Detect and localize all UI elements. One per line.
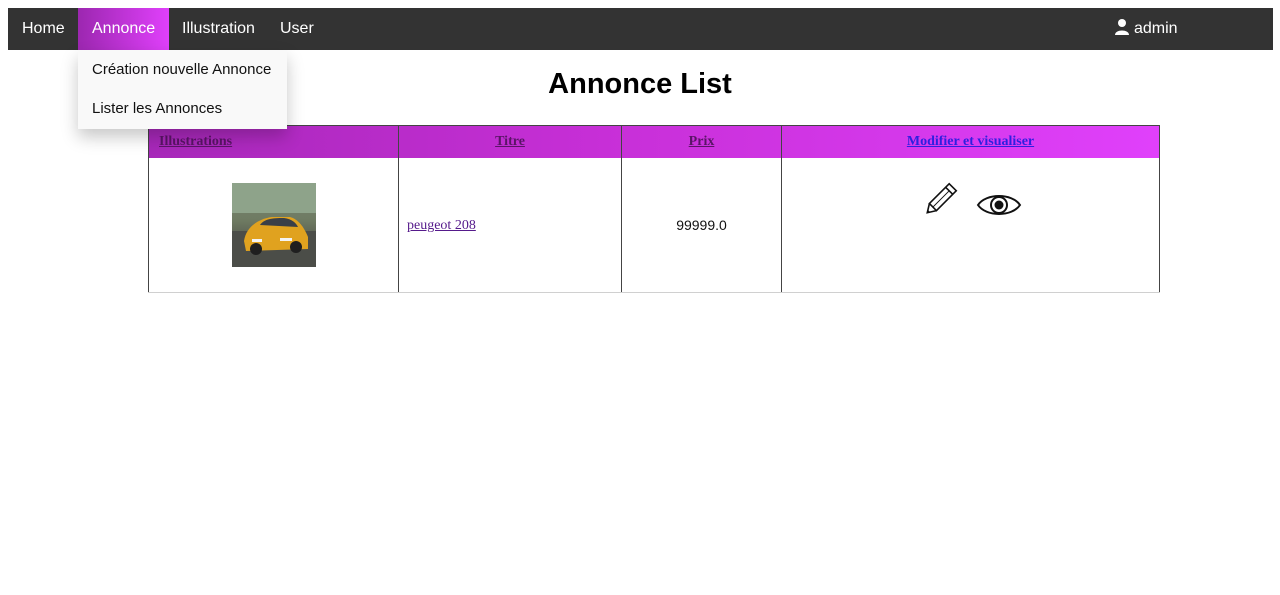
sort-titre-link[interactable]: Titre	[495, 134, 525, 149]
annonce-dropdown-menu: Création nouvelle Annonce Lister les Ann…	[78, 50, 287, 129]
sort-actions-link[interactable]: Modifier et visualiser	[907, 134, 1034, 149]
header-titre[interactable]: Titre	[398, 125, 622, 158]
header-illustrations[interactable]: Illustrations	[148, 125, 399, 158]
cell-titre: peugeot 208	[398, 158, 622, 293]
menu-item-creation-annonce[interactable]: Création nouvelle Annonce	[78, 50, 287, 89]
user-icon	[1115, 19, 1129, 35]
nav-home[interactable]: Home	[8, 8, 79, 50]
eye-icon[interactable]	[976, 190, 1022, 225]
nav-annonce[interactable]: Annonce	[78, 8, 170, 50]
top-navbar: Home Annonce Illustration User admin	[8, 8, 1273, 50]
table-header-row: Illustrations Titre Prix Modifier et vis…	[148, 125, 1160, 158]
cell-illustration	[148, 158, 399, 293]
nav-illustration[interactable]: Illustration	[168, 8, 269, 50]
pencil-icon[interactable]	[920, 180, 960, 225]
car-thumbnail[interactable]	[231, 183, 316, 267]
menu-item-lister-annonces[interactable]: Lister les Annonces	[78, 89, 287, 128]
annonce-title-link[interactable]: peugeot 208	[399, 218, 476, 233]
header-prix[interactable]: Prix	[621, 125, 782, 158]
header-actions[interactable]: Modifier et visualiser	[781, 125, 1160, 158]
annonce-table: Illustrations Titre Prix Modifier et vis…	[148, 125, 1160, 293]
user-name: admin	[1134, 20, 1178, 37]
cell-actions	[781, 158, 1160, 293]
cell-prix: 99999.0	[621, 158, 782, 293]
nav-user[interactable]: User	[266, 8, 328, 50]
user-menu[interactable]: admin	[1114, 8, 1178, 50]
sort-prix-link[interactable]: Prix	[689, 134, 715, 149]
table-row: peugeot 208 99999.0	[148, 158, 1160, 293]
sort-illustrations-link[interactable]: Illustrations	[159, 134, 232, 149]
